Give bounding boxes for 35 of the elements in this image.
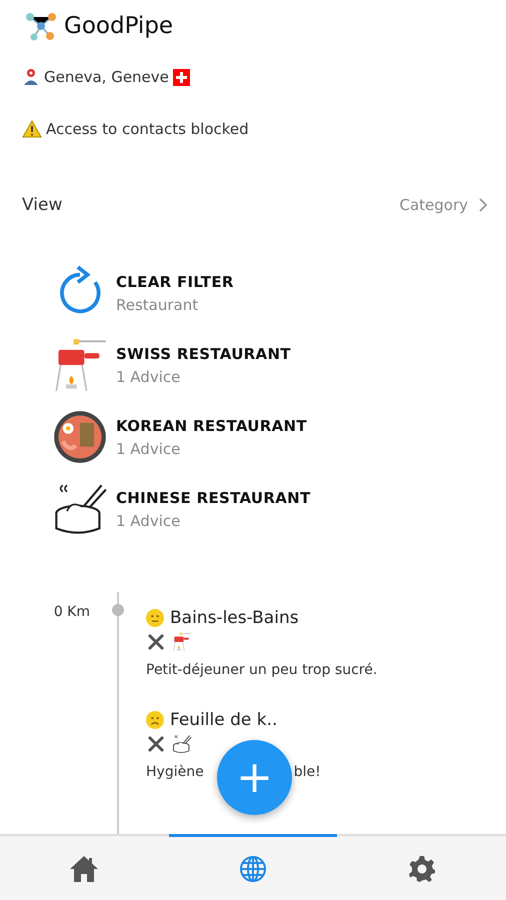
network-logo-icon [24, 11, 58, 41]
chevron-right-icon [478, 197, 488, 213]
category-title[interactable]: CLEAR FILTER [116, 272, 234, 290]
home-icon [68, 854, 100, 884]
category-title[interactable]: KOREAN RESTAURANT [116, 416, 307, 434]
category-subtitle: 1 Advice [116, 368, 182, 386]
settings-icon [408, 854, 436, 882]
neutral-face-icon [146, 609, 164, 627]
place-name: Bains-les-Bains [170, 608, 299, 628]
dumpling-basket-icon [172, 734, 192, 754]
location-text: Geneva, Geneve [44, 68, 169, 86]
person-pin-icon [22, 68, 40, 86]
globe-icon [239, 854, 267, 882]
comment-text: ble! [294, 764, 321, 780]
category-title[interactable]: SWISS RESTAURANT [116, 344, 291, 362]
distance-label: 0 Km [52, 603, 90, 620]
fondue-pot-icon [172, 632, 192, 652]
comment-text: Hygiène [146, 764, 204, 780]
swiss-flag-icon [172, 68, 190, 86]
view-label: View [22, 195, 62, 215]
grill-plate-icon [52, 409, 108, 465]
sad-face-icon [146, 711, 164, 729]
place-name: Feuille de k.. [170, 710, 278, 730]
cutlery-icon [146, 632, 166, 652]
app-title: GoodPipe [64, 13, 174, 39]
warning-icon [22, 120, 42, 138]
category-subtitle: Restaurant [116, 296, 200, 314]
category-title[interactable]: CHINESE RESTAURANT [116, 488, 311, 506]
category-subtitle: 1 Advice [116, 512, 182, 530]
cutlery-icon [146, 734, 166, 754]
timeline-dot [112, 604, 124, 616]
comment-text: Petit-déjeuner un peu trop sucré. [146, 662, 378, 678]
category-selector[interactable]: Category [399, 196, 488, 214]
warning-text: Access to contacts blocked [46, 120, 249, 138]
category-subtitle: 1 Advice [116, 440, 182, 458]
